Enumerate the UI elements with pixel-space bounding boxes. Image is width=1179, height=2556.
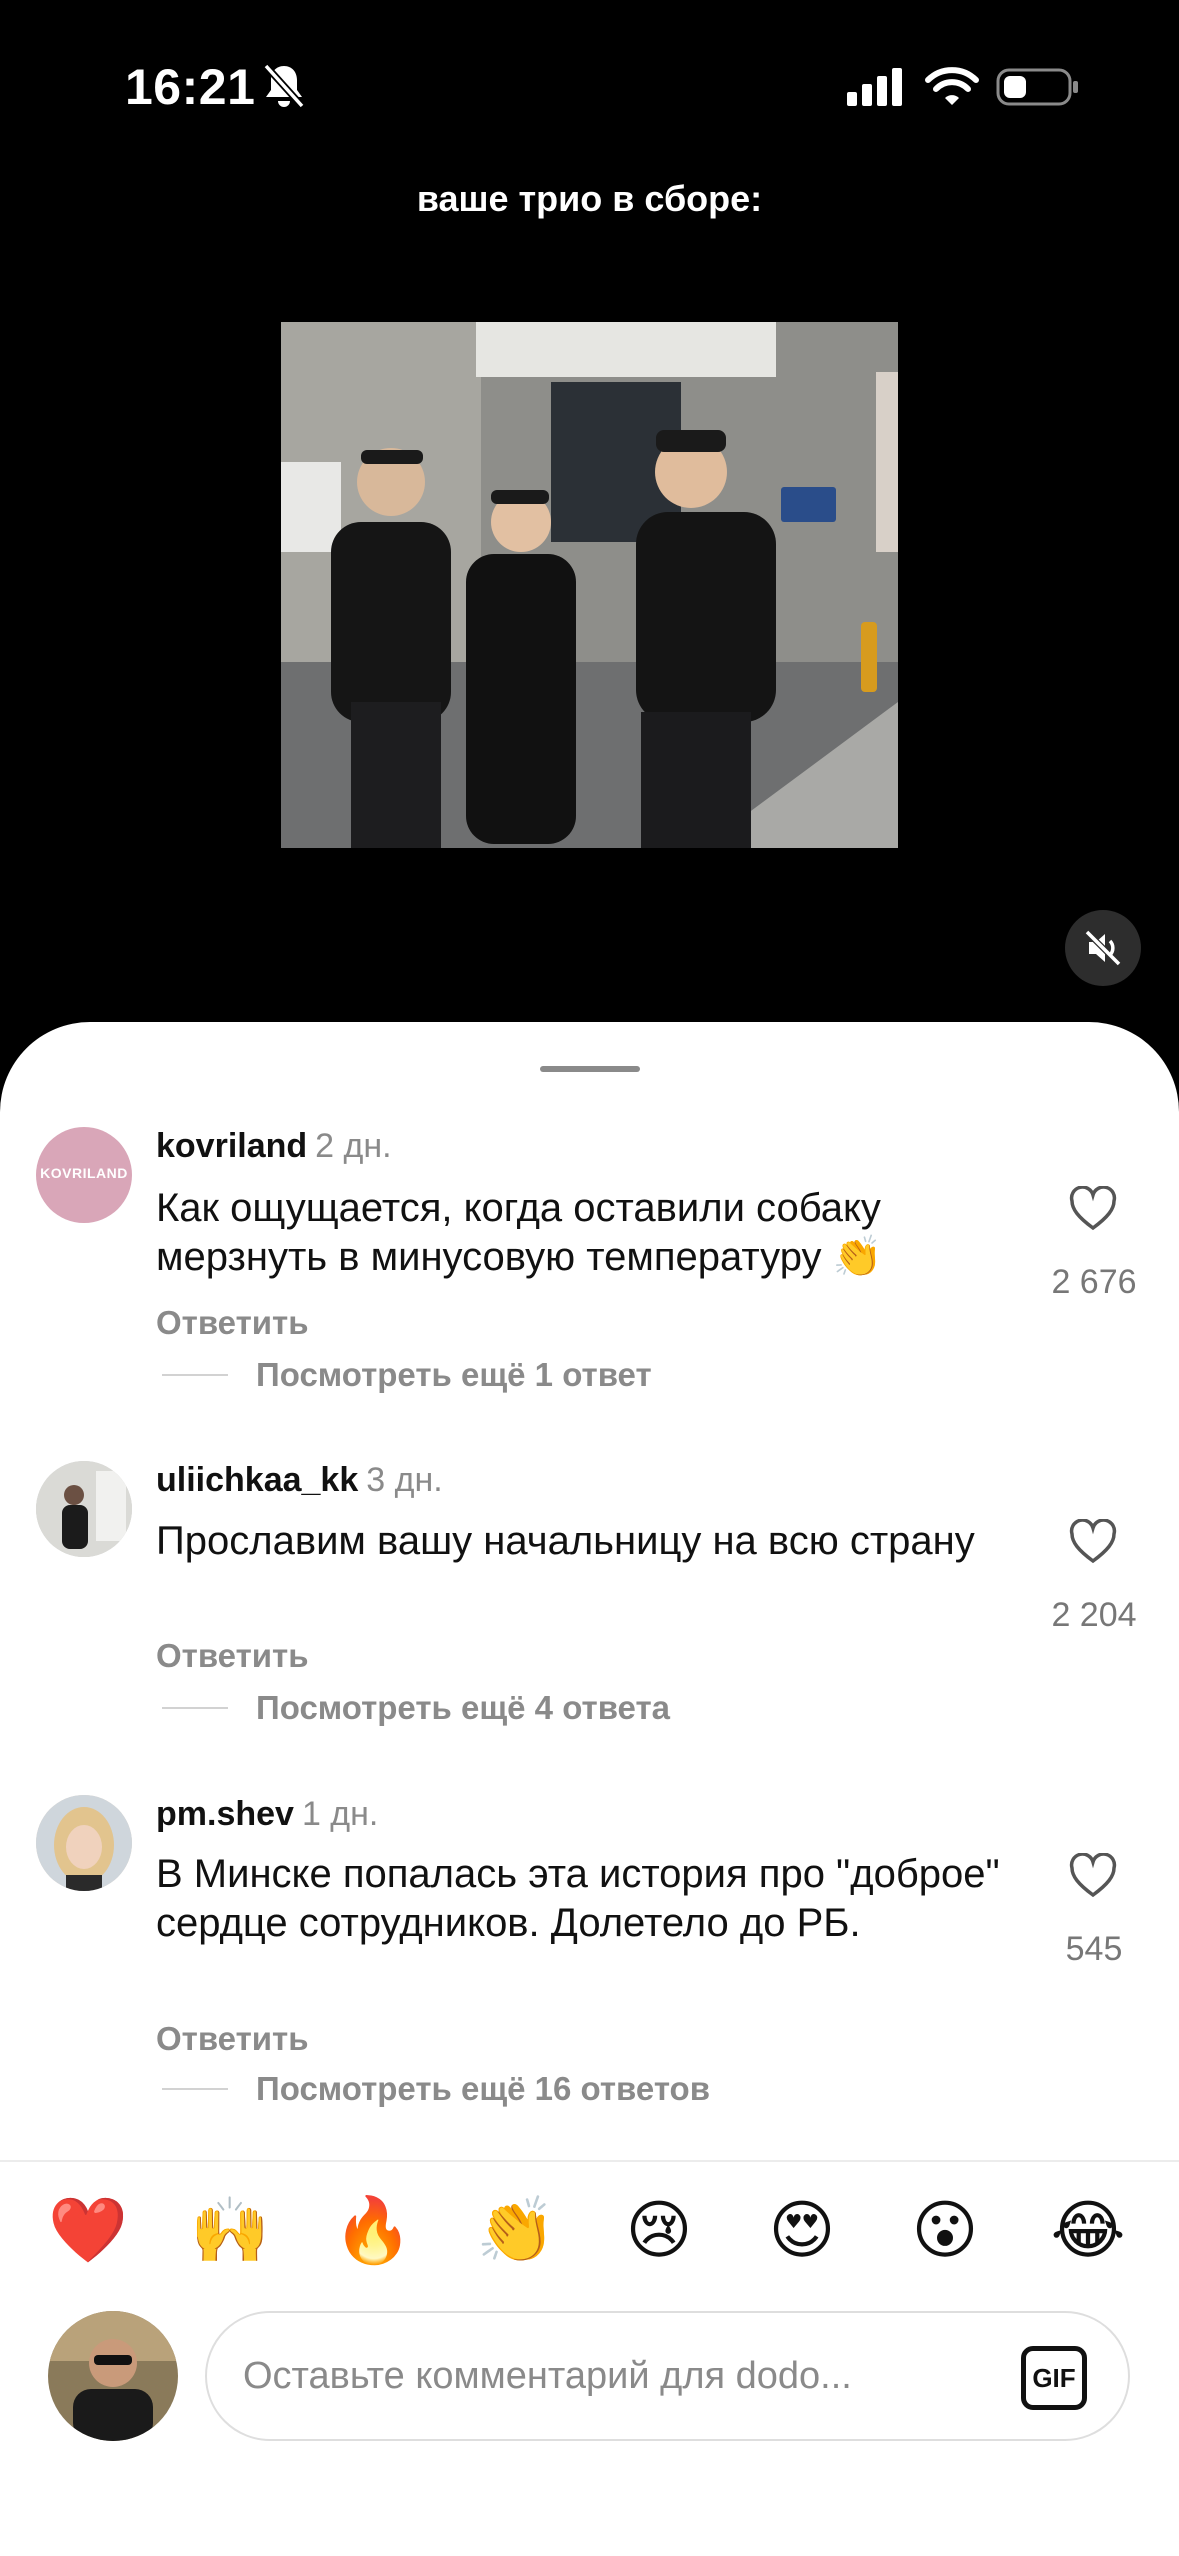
reaction-heart[interactable]: ❤️ bbox=[48, 2190, 128, 2270]
status-bar: 16:21 bbox=[0, 0, 1179, 150]
avatar-photo bbox=[36, 1795, 132, 1891]
view-more-replies[interactable]: Посмотреть ещё 1 ответ bbox=[256, 1356, 652, 1394]
comment-username[interactable]: kovriland bbox=[156, 1127, 307, 1165]
comment-username[interactable]: uliichkaa_kk bbox=[156, 1461, 358, 1499]
composer-divider bbox=[0, 2160, 1179, 2162]
view-more-replies[interactable]: Посмотреть ещё 16 ответов bbox=[256, 2070, 710, 2108]
avatar-photo bbox=[36, 1461, 132, 1557]
avatar-logo-text: KOVRILAND bbox=[40, 1165, 128, 1181]
replies-divider bbox=[162, 2088, 228, 2090]
replies-divider bbox=[162, 1374, 228, 1376]
replies-divider bbox=[162, 1707, 228, 1709]
reaction-crying[interactable]: 😢 bbox=[619, 2190, 699, 2270]
mute-button[interactable] bbox=[1065, 910, 1141, 986]
heart-icon[interactable] bbox=[1068, 1186, 1118, 1232]
comment-time: 1 дн. bbox=[301, 1795, 379, 1833]
bell-slash-icon bbox=[263, 63, 305, 109]
avatar[interactable]: KOVRILAND bbox=[36, 1127, 132, 1223]
video-frame-image bbox=[281, 322, 898, 848]
gif-button[interactable]: GIF bbox=[1021, 2346, 1087, 2410]
reply-button[interactable]: Ответить bbox=[156, 2020, 309, 2058]
speaker-muted-icon bbox=[1084, 929, 1122, 967]
reaction-surprised[interactable]: 😮 bbox=[905, 2190, 985, 2270]
video-caption: ваше трио в сборе: bbox=[416, 178, 763, 219]
like-count: 545 bbox=[1065, 1930, 1123, 1968]
avatar-photo bbox=[48, 2311, 178, 2441]
like-count: 2 676 bbox=[1051, 1263, 1137, 1301]
status-time: 16:21 bbox=[125, 59, 256, 115]
comment-header: pm.shev 1 дн. bbox=[156, 1795, 378, 1834]
comment-input-container[interactable]: GIF bbox=[205, 2311, 1130, 2441]
comment-time: 3 дн. bbox=[366, 1461, 443, 1499]
current-user-avatar[interactable] bbox=[48, 2311, 178, 2441]
comment-text: Прославим вашу начальницу на всю страну bbox=[156, 1519, 975, 1563]
reaction-raised-hands[interactable]: 🙌 bbox=[190, 2190, 270, 2270]
reply-button[interactable]: Ответить bbox=[156, 1304, 309, 1342]
wifi-icon bbox=[925, 67, 979, 105]
reaction-clap[interactable]: 👏 bbox=[476, 2190, 556, 2270]
comment-header: uliichkaa_kk 3 дн. bbox=[156, 1461, 443, 1500]
battery-icon bbox=[996, 68, 1078, 106]
quick-reactions-bar: ❤️ 🙌 🔥 👏 😢 😍 😮 😂 bbox=[0, 2190, 1179, 2270]
reaction-fire[interactable]: 🔥 bbox=[333, 2190, 413, 2270]
cellular-signal-icon bbox=[847, 68, 902, 106]
sheet-grabber[interactable] bbox=[540, 1066, 640, 1072]
like-count: 2 204 bbox=[1051, 1596, 1137, 1634]
comment-username[interactable]: pm.shev bbox=[156, 1795, 294, 1833]
comment-text: В Минске попалась эта история про "добро… bbox=[156, 1852, 1000, 1945]
video-player[interactable] bbox=[281, 322, 898, 848]
comment-text: Как ощущается, когда оставили собаку мер… bbox=[156, 1186, 883, 1279]
reply-button[interactable]: Ответить bbox=[156, 1637, 309, 1675]
view-more-replies[interactable]: Посмотреть ещё 4 ответа bbox=[256, 1689, 670, 1727]
heart-icon[interactable] bbox=[1068, 1519, 1118, 1565]
reaction-heart-eyes[interactable]: 😍 bbox=[762, 2190, 842, 2270]
comment-time: 2 дн. bbox=[315, 1127, 392, 1165]
avatar[interactable] bbox=[36, 1461, 132, 1557]
avatar[interactable] bbox=[36, 1795, 132, 1891]
heart-icon[interactable] bbox=[1068, 1853, 1118, 1899]
comment-input[interactable] bbox=[243, 2343, 983, 2409]
comment-header: kovriland 2 дн. bbox=[156, 1127, 392, 1166]
reaction-tears-of-joy[interactable]: 😂 bbox=[1048, 2190, 1128, 2270]
